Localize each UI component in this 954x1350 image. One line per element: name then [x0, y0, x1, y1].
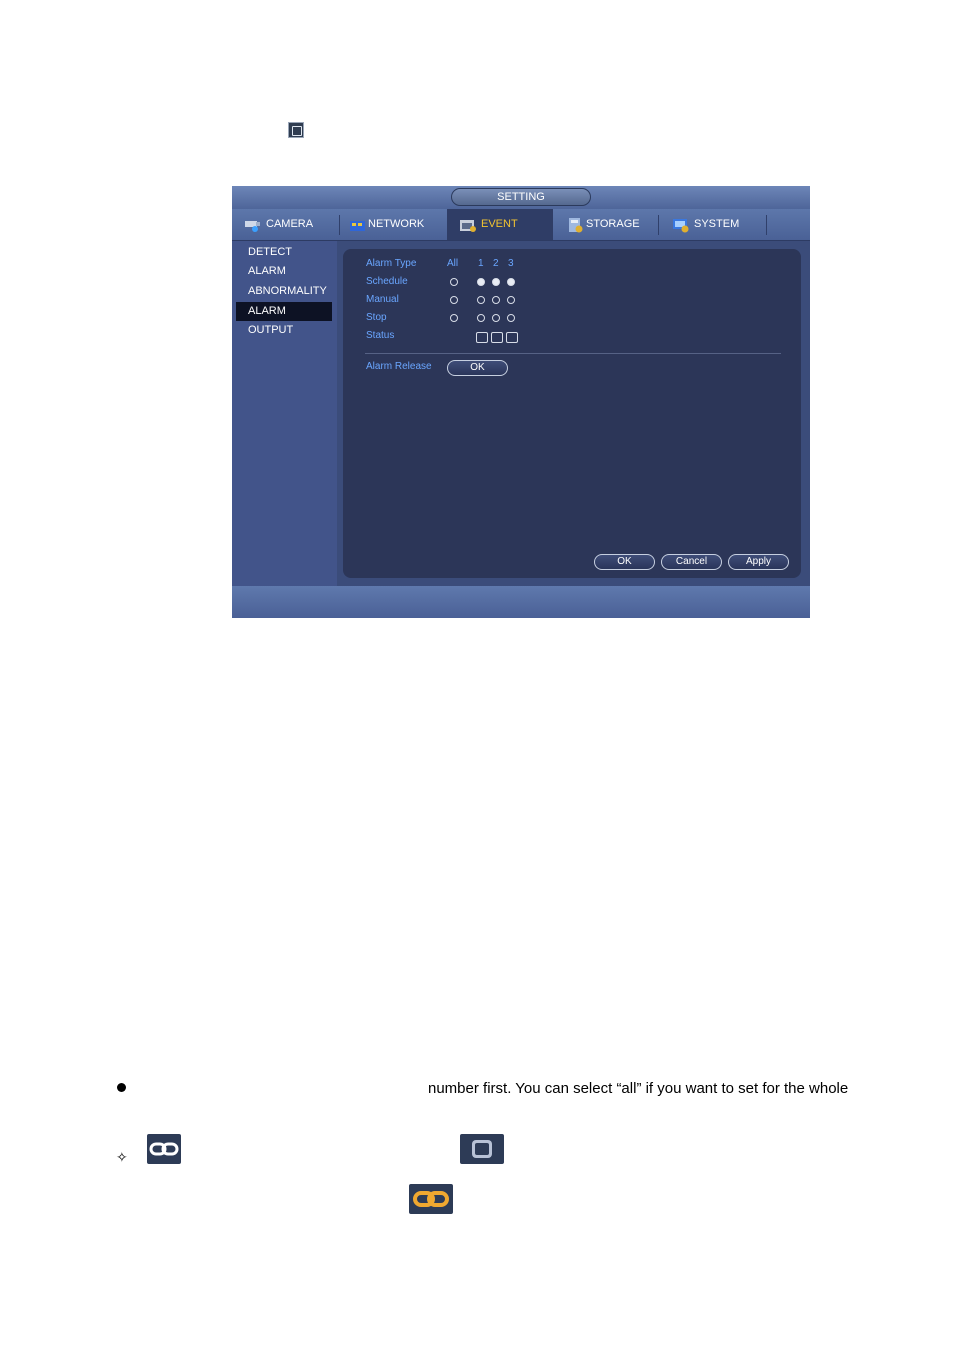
setting-window: SETTING CAMERA NETWORK EVENT STORAGE SYS…: [232, 186, 810, 618]
network-icon: [350, 220, 365, 231]
storage-icon: [569, 217, 583, 232]
tab-event[interactable]: EVENT: [447, 209, 553, 240]
apply-button[interactable]: Apply: [728, 554, 789, 570]
event-icon: [460, 219, 476, 232]
sidebar-item-detect[interactable]: DETECT: [236, 243, 332, 262]
manual-all-radio[interactable]: [450, 296, 458, 304]
tab-system[interactable]: SYSTEM: [670, 209, 768, 240]
sidebar: DETECT ALARM ABNORMALITY ALARM OUTPUT: [232, 241, 337, 586]
stop-ch1-radio[interactable]: [477, 314, 485, 322]
schedule-ch1-radio[interactable]: [477, 278, 485, 286]
channel-1-label: 1: [478, 258, 484, 269]
schedule-all-radio[interactable]: [450, 278, 458, 286]
manual-ch2-radio[interactable]: [492, 296, 500, 304]
status-ch3-indicator: [506, 332, 518, 343]
channel-2-label: 2: [493, 258, 499, 269]
tab-label: NETWORK: [368, 218, 425, 230]
divider: [365, 353, 781, 354]
tab-network[interactable]: NETWORK: [347, 209, 445, 240]
cancel-button[interactable]: Cancel: [661, 554, 722, 570]
alarm-release-label: Alarm Release: [366, 361, 432, 372]
tab-storage[interactable]: STORAGE: [565, 209, 657, 240]
sidebar-item-alarm-output[interactable]: ALARM OUTPUT: [236, 302, 332, 336]
window-title: SETTING: [451, 188, 591, 206]
channel-3-label: 3: [508, 258, 514, 269]
tab-label: STORAGE: [586, 218, 640, 230]
manual-ch3-radio[interactable]: [507, 296, 515, 304]
manual-row-label: Manual: [366, 294, 399, 305]
system-icon: [673, 218, 689, 232]
tab-divider: [339, 215, 340, 235]
alarm-type-label: Alarm Type: [366, 258, 417, 269]
link-active-icon: [409, 1184, 453, 1214]
schedule-ch2-radio[interactable]: [492, 278, 500, 286]
stop-square-icon: [288, 122, 304, 138]
alarm-release-ok-button[interactable]: OK: [447, 360, 508, 376]
sidebar-item-abnormality[interactable]: ABNORMALITY: [236, 282, 332, 301]
tab-bar: CAMERA NETWORK EVENT STORAGE SYSTEM: [232, 209, 810, 241]
manual-ch1-radio[interactable]: [477, 296, 485, 304]
alarm-output-panel: Alarm Type All 1 2 3 Schedule Manual Sto…: [343, 249, 801, 578]
tab-divider: [658, 215, 659, 235]
schedule-row-label: Schedule: [366, 276, 408, 287]
status-ch2-indicator: [491, 332, 503, 343]
tab-camera[interactable]: CAMERA: [240, 209, 338, 240]
title-bar: SETTING: [232, 186, 810, 209]
tab-label: SYSTEM: [694, 218, 740, 230]
status-ch1-indicator: [476, 332, 488, 343]
sparkle-bullet-icon: ✧: [116, 1149, 128, 1165]
stop-ch2-radio[interactable]: [492, 314, 500, 322]
stop-all-radio[interactable]: [450, 314, 458, 322]
schedule-ch3-radio[interactable]: [507, 278, 515, 286]
bullet-point: [117, 1083, 126, 1092]
stop-row-label: Stop: [366, 312, 387, 323]
tab-divider: [766, 215, 767, 235]
ok-button[interactable]: OK: [594, 554, 655, 570]
bottom-bar: [232, 586, 810, 618]
tab-label: EVENT: [481, 218, 518, 230]
stop-ch3-radio[interactable]: [507, 314, 515, 322]
tab-label: CAMERA: [266, 218, 314, 230]
all-column-label: All: [447, 258, 459, 269]
instruction-text: number first. You can select “all” if yo…: [428, 1080, 849, 1097]
sidebar-item-alarm[interactable]: ALARM: [236, 262, 332, 281]
camera-icon: [245, 220, 260, 232]
status-label: Status: [366, 330, 395, 341]
unlinked-square-icon: [460, 1134, 504, 1164]
link-icon: [147, 1134, 181, 1164]
